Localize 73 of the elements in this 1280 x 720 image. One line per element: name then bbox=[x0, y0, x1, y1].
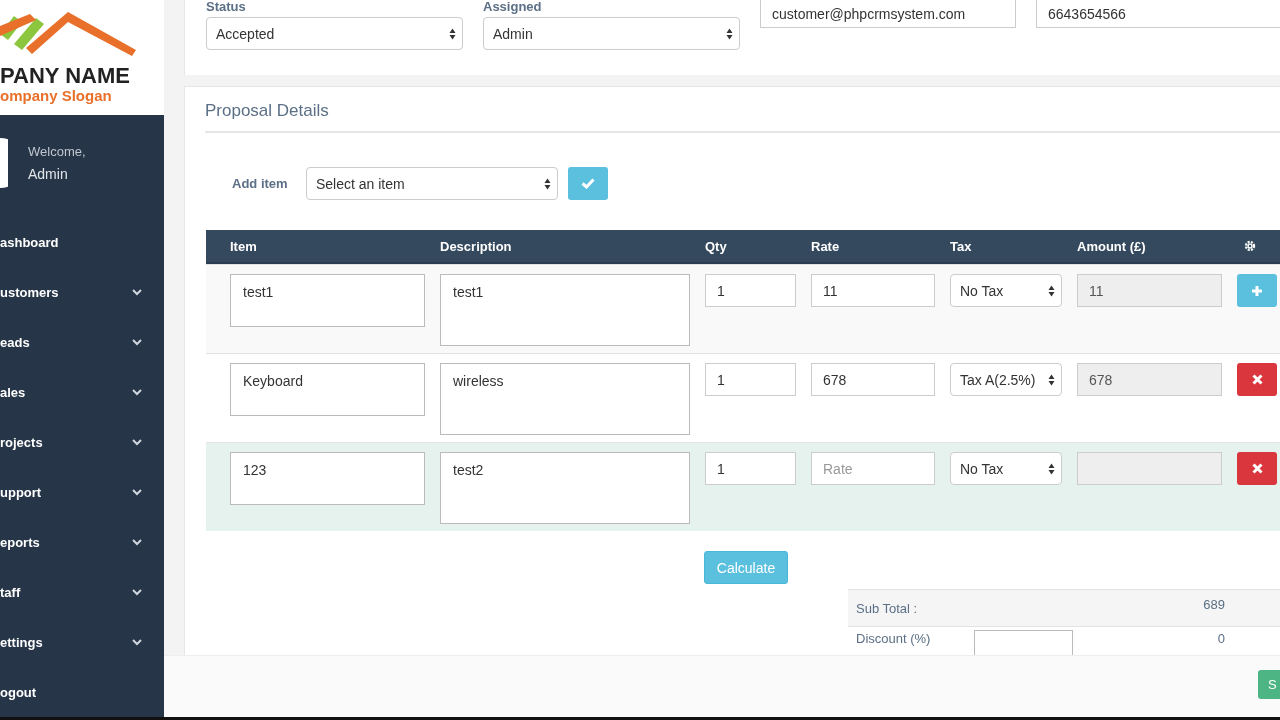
item-select[interactable]: Select an item bbox=[306, 167, 558, 200]
column-header: Amount (£) bbox=[1077, 238, 1147, 254]
amount-field[interactable]: 678 bbox=[1077, 363, 1222, 396]
amount-field[interactable]: 11 bbox=[1077, 274, 1222, 307]
sidebar-item[interactable]: ales bbox=[0, 384, 26, 400]
subtotal-label: Sub Total : bbox=[856, 600, 918, 616]
select-arrows-icon bbox=[726, 27, 733, 40]
description-field[interactable]: test2 bbox=[440, 452, 690, 524]
plus-icon bbox=[1251, 284, 1263, 297]
section-title: Proposal Details bbox=[205, 87, 1280, 133]
chevron-icon bbox=[132, 588, 142, 596]
sidebar-item[interactable]: ustomers bbox=[0, 284, 59, 300]
chevron-icon bbox=[132, 538, 142, 546]
field-label: Status bbox=[206, 0, 247, 14]
chevron-icon bbox=[132, 388, 142, 396]
chevron-icon bbox=[132, 288, 142, 296]
remove-row-button[interactable] bbox=[1237, 363, 1277, 396]
select-arrows-icon bbox=[1048, 373, 1055, 386]
check-icon bbox=[581, 178, 595, 189]
column-header: Qty bbox=[705, 238, 728, 254]
qty-field[interactable]: 1 bbox=[705, 274, 796, 307]
select-arrows-icon bbox=[449, 27, 456, 40]
item-field[interactable]: test1 bbox=[230, 274, 425, 327]
company-slogan: ompany Slogan bbox=[0, 87, 113, 105]
qty-field[interactable]: 1 bbox=[705, 452, 796, 485]
select-arrows-icon bbox=[1048, 284, 1055, 297]
select-arrows-icon bbox=[1048, 462, 1055, 475]
chevron-icon bbox=[132, 438, 142, 446]
add-row-button[interactable] bbox=[1237, 274, 1277, 307]
tax-select[interactable]: No Tax bbox=[950, 452, 1062, 485]
select-arrows-icon bbox=[544, 177, 551, 190]
chevron-icon bbox=[132, 488, 142, 496]
company-name: PANY NAME bbox=[0, 65, 131, 87]
column-header: Description bbox=[440, 238, 513, 254]
chevron-icon bbox=[132, 338, 142, 346]
description-field[interactable]: test1 bbox=[440, 274, 690, 346]
sidebar-item[interactable]: upport bbox=[0, 484, 42, 500]
column-header: Tax bbox=[950, 238, 973, 254]
rate-field[interactable]: 678 bbox=[811, 363, 935, 396]
close-icon bbox=[1251, 463, 1263, 474]
add-item-label: Add item bbox=[232, 176, 289, 191]
amount-field[interactable] bbox=[1077, 452, 1222, 485]
item-field[interactable]: 123 bbox=[230, 452, 425, 505]
confirm-button[interactable] bbox=[568, 167, 608, 200]
status-select[interactable]: Accepted bbox=[206, 17, 463, 50]
sidebar-item[interactable]: eads bbox=[0, 334, 30, 350]
column-header: Item bbox=[230, 238, 258, 254]
subtotal-value: 689 bbox=[1203, 596, 1225, 612]
qty-field[interactable]: 1 bbox=[705, 363, 796, 396]
assigned-select[interactable]: Admin bbox=[483, 17, 740, 50]
sidebar-item[interactable]: rojects bbox=[0, 434, 43, 450]
remove-row-button[interactable] bbox=[1237, 452, 1277, 485]
chevron-icon bbox=[132, 638, 142, 646]
close-icon bbox=[1251, 374, 1263, 385]
tax-select[interactable]: Tax A(2.5%) bbox=[950, 363, 1062, 396]
column-header: Rate bbox=[811, 238, 841, 254]
description-field[interactable]: wireless bbox=[440, 363, 690, 435]
sidebar-item[interactable]: ettings bbox=[0, 634, 43, 650]
field-label: Assigned bbox=[483, 0, 543, 14]
sidebar-item[interactable]: ashboard bbox=[0, 234, 59, 250]
sidebar-item[interactable]: taff bbox=[0, 584, 21, 600]
email-field[interactable]: customer@phpcrmsystem.com bbox=[760, 0, 1016, 28]
item-field[interactable]: Keyboard bbox=[230, 363, 425, 416]
discount-label: Discount (%) bbox=[856, 631, 931, 646]
phone-field[interactable]: 6643654566 bbox=[1036, 0, 1280, 28]
welcome-text: Welcome, bbox=[28, 143, 86, 161]
settings-icon[interactable] bbox=[1244, 240, 1256, 252]
rate-field[interactable]: 11 bbox=[811, 274, 935, 307]
sidebar-item[interactable]: eports bbox=[0, 534, 40, 550]
sidebar-item[interactable]: ogout bbox=[0, 684, 37, 700]
user-name: Admin bbox=[28, 165, 69, 184]
discount-value: 0 bbox=[1217, 631, 1225, 646]
tax-select[interactable]: No Tax bbox=[950, 274, 1062, 307]
